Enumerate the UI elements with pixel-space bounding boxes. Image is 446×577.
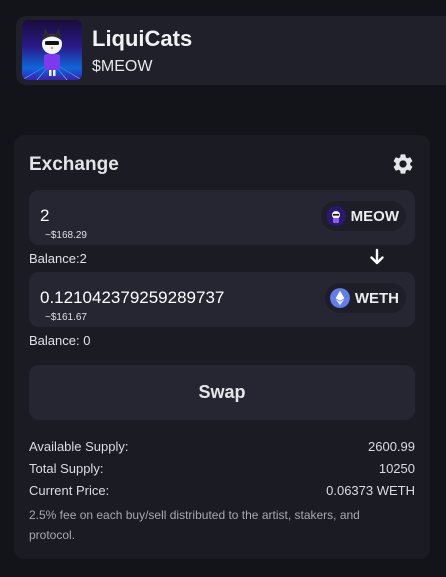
total-supply-label: Total Supply: <box>29 461 104 476</box>
from-balance: Balance:2 <box>29 251 87 266</box>
token-header: LiquiCats $MEOW <box>16 16 446 85</box>
swap-button[interactable]: Swap <box>29 365 415 420</box>
from-amount-input[interactable] <box>40 206 310 226</box>
gear-icon[interactable] <box>391 152 415 176</box>
to-token-selector[interactable]: WETH <box>324 283 406 313</box>
total-supply-row: Total Supply: 10250 <box>29 461 415 476</box>
to-input-box: ~$161.67 WETH <box>29 272 415 327</box>
arrow-down-icon[interactable] <box>368 248 386 266</box>
to-usd-value: ~$161.67 <box>45 312 87 323</box>
to-amount-input[interactable] <box>40 288 310 308</box>
to-token-label: WETH <box>354 289 399 307</box>
from-token-label: MEOW <box>350 207 399 225</box>
to-balance: Balance: 0 <box>29 333 91 348</box>
from-input-box: ~$168.29 MEOW <box>29 190 415 245</box>
current-price-label: Current Price: <box>29 483 110 498</box>
total-supply-value: 10250 <box>378 461 415 476</box>
current-price-value: 0.06373 WETH <box>326 483 415 498</box>
panel-title: Exchange <box>29 154 119 175</box>
token-avatar <box>22 20 82 80</box>
available-supply-label: Available Supply: <box>29 439 129 454</box>
current-price-row: Current Price: 0.06373 WETH <box>29 483 415 498</box>
available-supply-row: Available Supply: 2600.99 <box>29 439 415 454</box>
fee-note: 2.5% fee on each buy/sell distributed to… <box>29 508 360 542</box>
weth-token-icon <box>329 288 350 308</box>
from-usd-value: ~$168.29 <box>45 230 87 241</box>
available-supply-value: 2600.99 <box>368 439 415 454</box>
from-token-selector[interactable]: MEOW <box>320 201 406 231</box>
meow-token-icon <box>325 206 346 226</box>
exchange-panel: Exchange ~$168.29 MEOW Balance:2 <box>14 135 430 559</box>
token-name: LiquiCats <box>92 26 193 51</box>
token-symbol: $MEOW <box>92 58 153 75</box>
